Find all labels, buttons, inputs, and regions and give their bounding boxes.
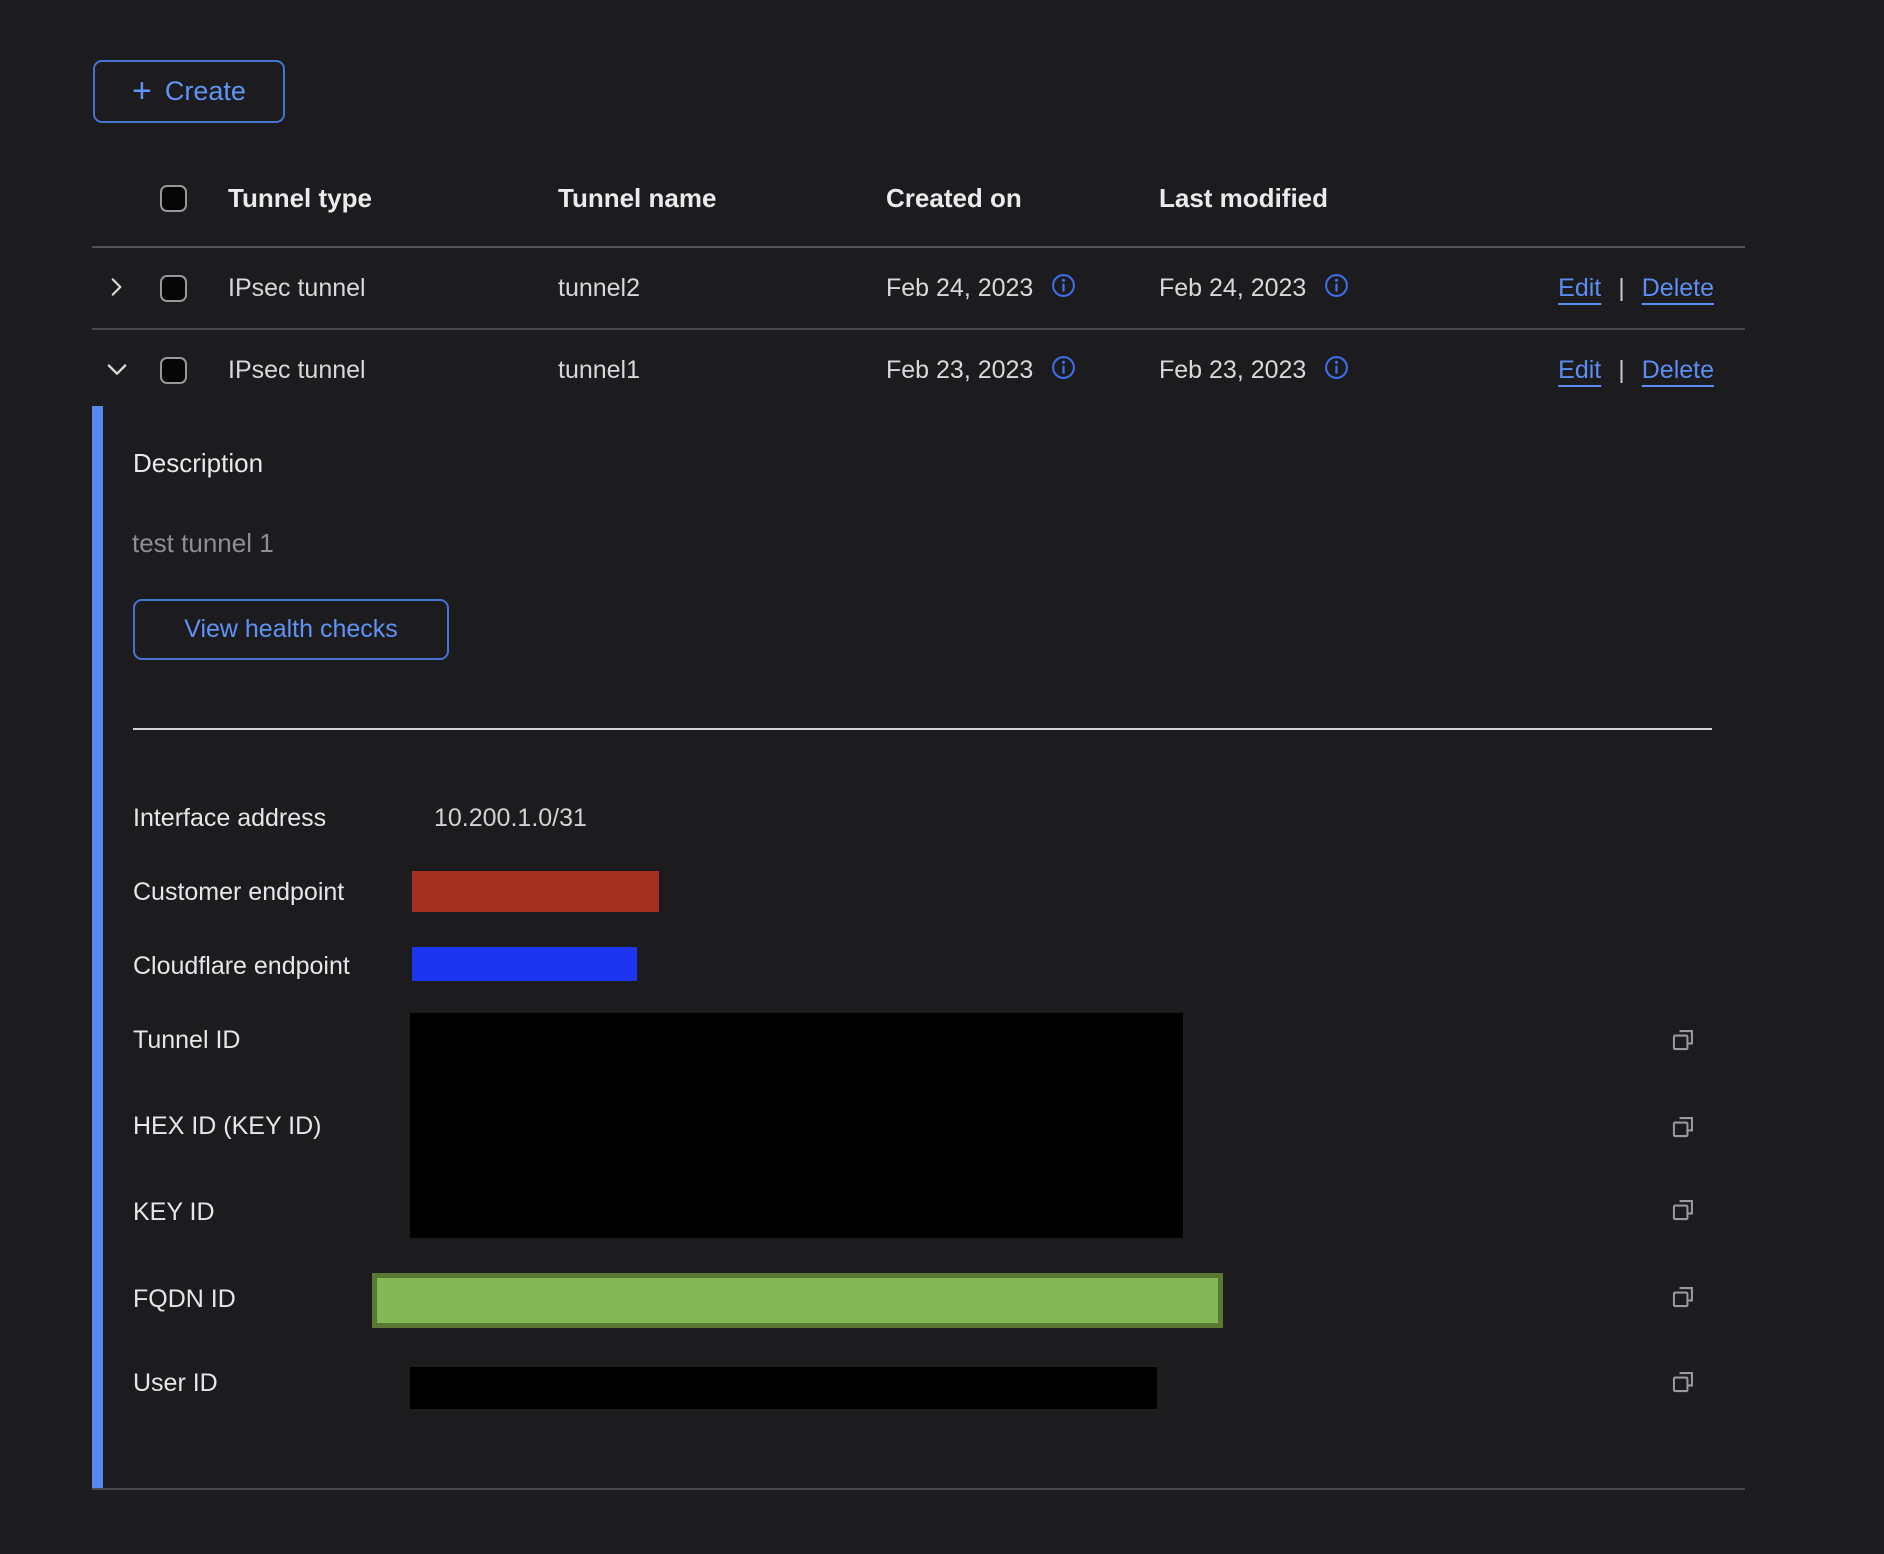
cell-tunnel-name: tunnel2 xyxy=(558,274,886,303)
ids-redacted-values xyxy=(410,1013,1183,1238)
edit-link[interactable]: Edit xyxy=(1558,274,1601,303)
key-id-label: KEY ID xyxy=(133,1196,215,1228)
column-header-tunnel-type: Tunnel type xyxy=(228,183,558,214)
tunnels-page: + Create Tunnel type Tunnel name Created… xyxy=(0,0,1884,1554)
copy-hex-id-button[interactable] xyxy=(1670,1114,1697,1141)
column-header-created-on: Created on xyxy=(886,183,1159,214)
actions-separator: | xyxy=(1618,356,1625,385)
table-row: IPsec tunnel tunnel2 Feb 24, 2023 Feb 24… xyxy=(92,248,1745,330)
delete-link[interactable]: Delete xyxy=(1642,274,1714,303)
copy-icon xyxy=(1670,1113,1697,1143)
actions-separator: | xyxy=(1618,274,1625,303)
row-checkbox[interactable] xyxy=(160,357,187,384)
description-value: test tunnel 1 xyxy=(132,528,274,559)
expansion-accent-bar xyxy=(92,406,103,1488)
copy-icon xyxy=(1670,1368,1697,1398)
cell-created-on: Feb 24, 2023 xyxy=(886,274,1033,303)
section-divider xyxy=(133,728,1712,730)
copy-icon xyxy=(1670,1283,1697,1313)
cell-last-modified: Feb 23, 2023 xyxy=(1159,356,1306,385)
collapse-row-button[interactable] xyxy=(103,355,131,386)
edit-link[interactable]: Edit xyxy=(1558,356,1601,385)
expand-row-button[interactable] xyxy=(103,274,129,303)
customer-endpoint-redacted-value xyxy=(412,871,659,912)
copy-user-id-button[interactable] xyxy=(1670,1369,1697,1396)
create-button-label: Create xyxy=(165,76,246,107)
table-row: IPsec tunnel tunnel1 Feb 23, 2023 Feb 23… xyxy=(92,330,1745,410)
copy-fqdn-id-button[interactable] xyxy=(1670,1284,1697,1311)
delete-link[interactable]: Delete xyxy=(1642,356,1714,385)
cell-created-on: Feb 23, 2023 xyxy=(886,356,1033,385)
copy-icon xyxy=(1670,1026,1697,1056)
copy-tunnel-id-button[interactable] xyxy=(1670,1027,1697,1054)
hex-id-label: HEX ID (KEY ID) xyxy=(133,1110,321,1142)
customer-endpoint-label: Customer endpoint xyxy=(133,876,344,908)
column-header-tunnel-name: Tunnel name xyxy=(558,183,886,214)
cell-last-modified: Feb 24, 2023 xyxy=(1159,274,1306,303)
select-all-checkbox[interactable] xyxy=(160,185,187,212)
info-icon[interactable] xyxy=(1051,273,1076,303)
description-label: Description xyxy=(133,448,263,479)
copy-icon xyxy=(1670,1196,1697,1226)
table-header-row: Tunnel type Tunnel name Created on Last … xyxy=(92,150,1745,248)
user-id-redacted-value xyxy=(410,1367,1157,1409)
info-icon[interactable] xyxy=(1324,273,1349,303)
interface-address-label: Interface address xyxy=(133,802,326,834)
row-checkbox[interactable] xyxy=(160,275,187,302)
column-header-last-modified: Last modified xyxy=(1159,183,1459,214)
create-button[interactable]: + Create xyxy=(93,60,285,123)
interface-address-value: 10.200.1.0/31 xyxy=(434,802,587,834)
cell-tunnel-type: IPsec tunnel xyxy=(228,356,558,385)
tunnel-id-label: Tunnel ID xyxy=(133,1024,240,1056)
cell-tunnel-name: tunnel1 xyxy=(558,356,886,385)
chevron-right-icon xyxy=(103,274,129,303)
cell-tunnel-type: IPsec tunnel xyxy=(228,274,558,303)
cloudflare-endpoint-label: Cloudflare endpoint xyxy=(133,950,350,982)
chevron-down-icon xyxy=(103,355,131,386)
fqdn-id-redacted-value xyxy=(372,1273,1223,1328)
fqdn-id-label: FQDN ID xyxy=(133,1283,236,1315)
cloudflare-endpoint-redacted-value xyxy=(412,947,637,981)
copy-key-id-button[interactable] xyxy=(1670,1197,1697,1224)
user-id-label: User ID xyxy=(133,1367,218,1399)
tunnels-table: Tunnel type Tunnel name Created on Last … xyxy=(92,150,1745,410)
expanded-tunnel-panel: Description test tunnel 1 View health ch… xyxy=(92,406,1745,1490)
info-icon[interactable] xyxy=(1051,355,1076,385)
info-icon[interactable] xyxy=(1324,355,1349,385)
view-health-checks-button[interactable]: View health checks xyxy=(133,599,449,660)
